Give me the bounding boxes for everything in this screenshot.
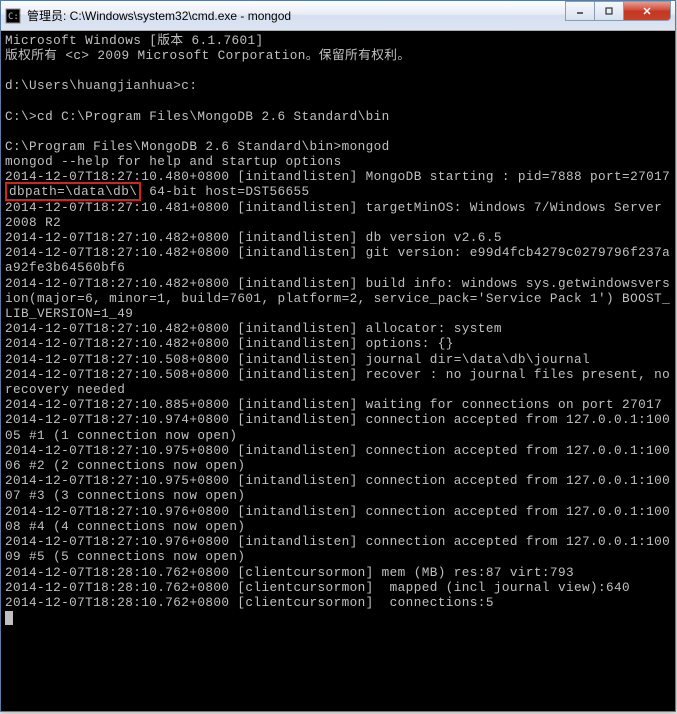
terminal-line: 2014-12-07T18:27:10.482+0800 [initandlis… [5,276,670,321]
terminal-line: 2014-12-07T18:27:10.885+0800 [initandlis… [5,397,662,412]
terminal-line: 2014-12-07T18:27:10.481+0800 [initandlis… [5,200,670,230]
terminal-line: 2014-12-07T18:27:10.974+0800 [initandlis… [5,412,670,442]
terminal-line: 2014-12-07T18:28:10.762+0800 [clientcurs… [5,580,630,595]
titlebar[interactable]: C:\ 管理员: C:\Windows\system32\cmd.exe - m… [1,1,675,31]
window-controls [566,1,671,21]
terminal-line: 版权所有 <c> 2009 Microsoft Corporation。保留所有… [5,48,410,63]
window-title: 管理员: C:\Windows\system32\cmd.exe - mongo… [27,7,566,24]
terminal-line: 64-bit host=DST56655 [141,184,309,199]
cmd-icon: C:\ [5,8,21,24]
terminal-line: 2014-12-07T18:27:10.508+0800 [initandlis… [5,367,675,397]
terminal-line: C:\>cd C:\Program Files\MongoDB 2.6 Stan… [5,109,390,124]
terminal-line: 2014-12-07T18:27:10.975+0800 [initandlis… [5,443,670,473]
terminal-line: 2014-12-07T18:27:10.482+0800 [initandlis… [5,336,454,351]
terminal-line: d:\Users\huangjianhua>c: [5,78,197,93]
terminal-line: 2014-12-07T18:27:10.976+0800 [initandlis… [5,534,670,564]
terminal-line: 2014-12-07T18:27:10.482+0800 [initandlis… [5,245,670,275]
cursor [5,611,13,625]
terminal-line: mongod --help for help and startup optio… [5,154,342,169]
terminal-line: C:\Program Files\MongoDB 2.6 Standard\bi… [5,139,390,154]
terminal-line: 2014-12-07T18:27:10.482+0800 [initandlis… [5,230,502,245]
close-button[interactable] [623,1,671,21]
minimize-button[interactable] [565,1,595,21]
terminal-line: Microsoft Windows [版本 6.1.7601] [5,33,264,48]
terminal-line: 2014-12-07T18:27:10.975+0800 [initandlis… [5,473,670,503]
terminal-line: 2014-12-07T18:27:10.482+0800 [initandlis… [5,321,502,336]
terminal-line: 2014-12-07T18:28:10.762+0800 [clientcurs… [5,595,494,610]
terminal-line: 2014-12-07T18:27:10.976+0800 [initandlis… [5,504,670,534]
terminal-output[interactable]: Microsoft Windows [版本 6.1.7601] 版权所有 <c>… [1,31,675,711]
dbpath-highlight: dbpath=\data\db\ [5,182,141,201]
terminal-line: 2014-12-07T18:27:10.508+0800 [initandlis… [5,352,590,367]
cmd-window: C:\ 管理员: C:\Windows\system32\cmd.exe - m… [0,0,676,712]
terminal-line: 2014-12-07T18:28:10.762+0800 [clientcurs… [5,565,574,580]
maximize-button[interactable] [594,1,624,21]
svg-text:C:\: C:\ [8,12,21,22]
